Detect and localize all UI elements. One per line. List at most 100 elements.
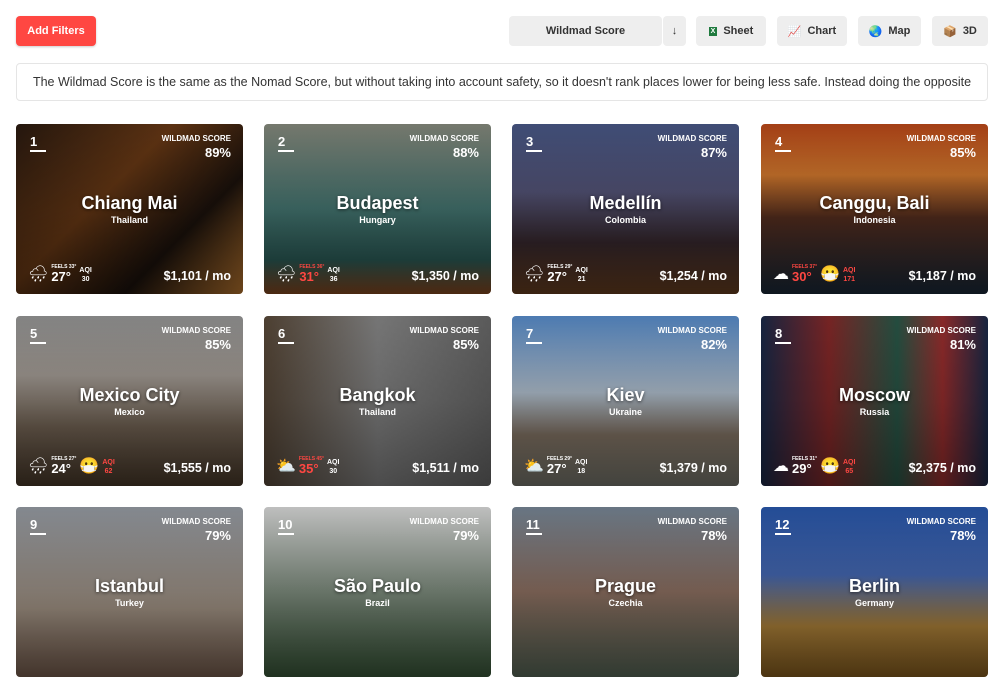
score-value: 81% — [949, 337, 976, 352]
chart-button[interactable]: 📈 Chart — [777, 16, 847, 46]
country-name: Turkey — [115, 598, 144, 608]
weather-icon: 🌧 — [276, 266, 297, 283]
country-name: Colombia — [604, 215, 646, 225]
rank: 1 — [30, 134, 46, 152]
aqi-value: 18 — [577, 468, 586, 475]
weather-icon: 🌧 — [28, 458, 49, 475]
temperature: 31° — [299, 269, 319, 284]
temperature: 35° — [298, 461, 319, 476]
temperature: 27° — [51, 269, 71, 284]
city-name: Bangkok — [339, 385, 416, 405]
city-card[interactable]: 5 WILDMAD SCORE 85% Mexico City Mexico 🌧… — [16, 316, 243, 486]
weather-icon: ☁ — [773, 266, 789, 283]
temperature: 29° — [792, 461, 812, 476]
city-card[interactable]: 9 WILDMAD SCORE 79% Istanbul Turkey — [16, 507, 243, 677]
country-name: Russia — [859, 407, 890, 417]
sort-select[interactable]: Wildmad Score — [509, 16, 662, 46]
score-label: WILDMAD SCORE — [657, 134, 727, 143]
score-description: The Wildmad Score is the same as the Nom… — [16, 63, 988, 101]
aqi-label: AQI — [843, 267, 856, 274]
country-name: Thailand — [110, 215, 148, 225]
score-value: 85% — [204, 337, 231, 352]
aqi-value: 36 — [329, 276, 338, 283]
city-name: Berlin — [848, 576, 900, 596]
chart-icon: 📈 — [787, 25, 802, 38]
aqi-label: AQI — [79, 267, 92, 274]
temperature: 30° — [792, 269, 812, 284]
city-card[interactable]: 3 WILDMAD SCORE 87% Medellín Colombia 🌧 … — [512, 124, 739, 294]
city-card[interactable]: 6 WILDMAD SCORE 85% Bangkok Thailand ⛅ F… — [264, 316, 491, 486]
city-card[interactable]: 2 WILDMAD SCORE 88% Budapest Hungary 🌧 F… — [264, 124, 491, 294]
score-label: WILDMAD SCORE — [161, 326, 231, 335]
country-name: Thailand — [358, 407, 396, 417]
country-name: Ukraine — [608, 407, 643, 417]
city-card[interactable]: 11 WILDMAD SCORE 78% Prague Czechia — [512, 507, 739, 677]
aqi-value: 30 — [329, 468, 338, 475]
score-value: 78% — [949, 528, 976, 543]
score-value: 79% — [204, 528, 231, 543]
score-value: 78% — [700, 528, 727, 543]
city-name: Mexico City — [79, 385, 180, 405]
add-filters-button[interactable]: Add Filters — [16, 16, 96, 46]
weather-icon: ⛅ — [276, 458, 296, 475]
rank: 12 — [775, 517, 791, 535]
score-label: WILDMAD SCORE — [161, 134, 231, 143]
score-label: WILDMAD SCORE — [409, 517, 479, 526]
city-name: Medellín — [589, 193, 662, 213]
city-name: São Paulo — [333, 576, 422, 596]
city-name: Canggu, Bali — [819, 193, 930, 213]
monthly-cost: $1,511 / mo — [412, 461, 479, 475]
weather-info: 🌧 FEELS 29° 27° AQI 21 — [524, 264, 588, 284]
map-button[interactable]: 🌏 Map — [858, 16, 921, 46]
rank: 8 — [775, 326, 791, 344]
city-name: Moscow — [838, 385, 910, 405]
temperature: 27° — [547, 269, 567, 284]
aqi-label: AQI — [575, 459, 588, 466]
city-card[interactable]: 12 WILDMAD SCORE 78% Berlin Germany — [761, 507, 988, 677]
city-card[interactable]: 8 WILDMAD SCORE 81% Moscow Russia ☁ FEEL… — [761, 316, 988, 486]
rank: 6 — [278, 326, 294, 344]
city-card[interactable]: 4 WILDMAD SCORE 85% Canggu, Bali Indones… — [761, 124, 988, 294]
score-value: 85% — [452, 337, 479, 352]
city-card[interactable]: 7 WILDMAD SCORE 82% Kiev Ukraine ⛅ FEELS… — [512, 316, 739, 486]
globe-icon: 🌏 — [868, 25, 883, 38]
city-name: Kiev — [606, 385, 645, 405]
score-value: 87% — [700, 145, 727, 160]
weather-info: ⛅ FEELS 29° 27° AQI 18 — [524, 456, 587, 476]
aqi-value: 62 — [104, 468, 113, 475]
monthly-cost: $1,350 / mo — [411, 269, 479, 283]
rank: 4 — [775, 134, 791, 152]
score-label: WILDMAD SCORE — [409, 326, 479, 335]
weather-info: ⛅ FEELS 45° 35° AQI 30 — [276, 456, 339, 476]
score-label: WILDMAD SCORE — [906, 326, 976, 335]
city-card[interactable]: 1 WILDMAD SCORE 89% Chiang Mai Thailand … — [16, 124, 243, 294]
monthly-cost: $1,555 / mo — [163, 461, 231, 475]
weather-info: ☁ FEELS 31° 29° 😷 AQI 65 — [773, 456, 855, 476]
aqi-value: 30 — [81, 276, 90, 283]
score-value: 89% — [204, 145, 231, 160]
weather-info: 🌧 FEELS 36° 31° AQI 36 — [276, 264, 340, 284]
monthly-cost: $1,379 / mo — [659, 461, 727, 475]
sort-direction-button[interactable]: ↓ — [663, 16, 686, 46]
city-card[interactable]: 10 WILDMAD SCORE 79% São Paulo Brazil — [264, 507, 491, 677]
aqi-value: 171 — [843, 276, 856, 283]
mask-face-icon: 😷 — [820, 266, 840, 283]
weather-icon: ☁ — [773, 458, 789, 475]
aqi-label: AQI — [327, 267, 340, 274]
3d-button[interactable]: 📦 3D — [932, 16, 988, 46]
score-label: WILDMAD SCORE — [906, 517, 976, 526]
score-label: WILDMAD SCORE — [409, 134, 479, 143]
city-name: Budapest — [336, 193, 419, 213]
country-name: Hungary — [359, 215, 396, 225]
weather-icon: 🌧 — [524, 266, 545, 283]
weather-info: 🌧 FEELS 33° 27° AQI 30 — [28, 264, 92, 284]
rank: 2 — [278, 134, 294, 152]
sheet-button[interactable]: X Sheet — [696, 16, 766, 46]
weather-info: ☁ FEELS 37° 30° 😷 AQI 171 — [773, 264, 855, 284]
country-name: Brazil — [365, 598, 390, 608]
temperature: 27° — [546, 461, 567, 476]
score-label: WILDMAD SCORE — [657, 517, 727, 526]
city-name: Chiang Mai — [81, 193, 178, 213]
city-name: Istanbul — [94, 576, 164, 596]
score-value: 82% — [700, 337, 727, 352]
